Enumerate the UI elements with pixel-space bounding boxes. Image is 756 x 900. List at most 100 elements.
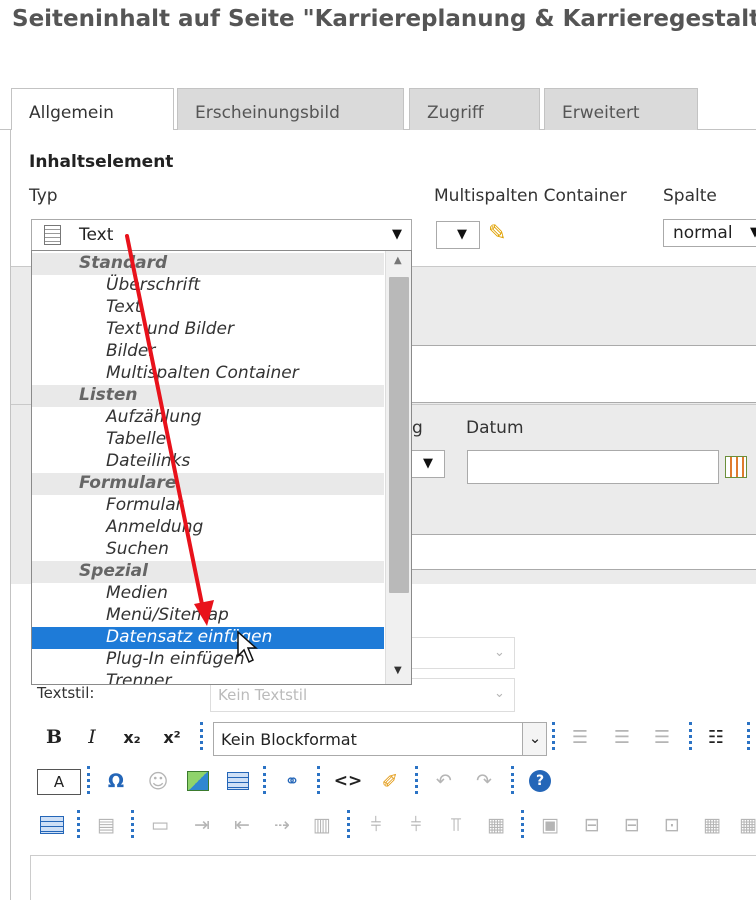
type-dropdown-list: Standard Überschrift Text Text und Bilde… <box>31 250 412 685</box>
blockformat-select-value: Kein Blockformat <box>221 730 357 749</box>
tab-erscheinungsbild[interactable]: Erscheinungsbild <box>177 88 404 131</box>
bold-button[interactable]: B <box>39 722 69 752</box>
align-center-icon[interactable]: ☰ <box>607 722 637 752</box>
dropdown-scrollbar[interactable]: ▲ ▼ <box>385 251 411 684</box>
date-label: Datum <box>466 418 524 438</box>
blockformat-select[interactable]: Kein Blockformat ⌄ <box>213 722 547 756</box>
ordered-list-icon[interactable]: ☷ <box>701 722 731 752</box>
delete-row-icon[interactable]: ⇢ <box>267 810 297 840</box>
emoticon-icon[interactable]: ☺ <box>143 766 173 796</box>
toolbar-separator <box>317 766 321 794</box>
scroll-up-icon[interactable]: ▲ <box>394 255 402 266</box>
chevron-down-icon: ▼ <box>750 225 756 240</box>
subheader-input[interactable] <box>380 534 756 570</box>
superscript-button[interactable]: x² <box>157 722 187 752</box>
toolbar-separator <box>521 810 525 838</box>
option-medien[interactable]: Medien <box>32 583 384 605</box>
table-icon[interactable] <box>223 766 253 796</box>
option-menue-sitemap[interactable]: Menü/Sitemap <box>32 605 384 627</box>
table-properties-icon[interactable] <box>37 810 67 840</box>
image-icon[interactable] <box>183 766 213 796</box>
header-input[interactable] <box>380 345 756 403</box>
rte-editor-area[interactable] <box>30 855 756 900</box>
calendar-icon[interactable] <box>725 456 747 478</box>
type-select[interactable]: Text ▼ <box>31 219 412 251</box>
delete-column-icon[interactable]: ⫪ <box>441 810 471 840</box>
toolbar-separator <box>77 810 81 838</box>
split-column-icon[interactable]: ▦ <box>481 810 511 840</box>
chevron-down-icon: ⌄ <box>522 723 546 755</box>
cell-icon[interactable]: ▣ <box>535 810 565 840</box>
option-ueberschrift[interactable]: Überschrift <box>32 275 384 297</box>
insert-row-after-icon[interactable]: ⇤ <box>227 810 257 840</box>
option-multispalten-container[interactable]: Multispalten Container <box>32 363 384 385</box>
toolbar-separator <box>347 810 351 838</box>
undo-icon[interactable]: ↶ <box>429 766 459 796</box>
toolbar-separator <box>689 722 693 750</box>
date-input[interactable] <box>467 450 719 484</box>
clean-format-icon[interactable]: ✐ <box>375 766 405 796</box>
italic-button[interactable]: I <box>77 722 107 752</box>
help-icon[interactable]: ? <box>525 766 555 796</box>
option-formular[interactable]: Formular <box>32 495 384 517</box>
option-datensatz-einfuegen[interactable]: Datensatz einfügen <box>32 627 384 649</box>
chevron-down-icon: ▼ <box>423 456 433 471</box>
find-replace-icon[interactable]: ⚭ <box>277 766 307 796</box>
column-select-value: normal <box>673 223 733 243</box>
text-color-button[interactable]: A <box>37 769 81 795</box>
redo-icon[interactable]: ↷ <box>469 766 499 796</box>
split-cell-icon[interactable]: ▦ <box>733 810 756 840</box>
option-text[interactable]: Text <box>32 297 384 319</box>
option-suchen[interactable]: Suchen <box>32 539 384 561</box>
special-character-button[interactable]: Ω <box>101 766 131 796</box>
insert-column-before-icon[interactable]: ⫩ <box>361 810 391 840</box>
option-text-und-bilder[interactable]: Text und Bilder <box>32 319 384 341</box>
column-label: Spalte <box>663 186 717 206</box>
option-anmeldung[interactable]: Anmeldung <box>32 517 384 539</box>
toolbar-separator <box>747 722 751 750</box>
chevron-down-icon: ▼ <box>457 227 467 242</box>
group-listen: Listen <box>32 385 384 407</box>
type-select-value: Text <box>79 225 114 245</box>
column-select[interactable]: normal ▼ <box>663 219 756 247</box>
scrollbar-thumb[interactable] <box>389 277 409 593</box>
option-aufzaehlung[interactable]: Aufzählung <box>32 407 384 429</box>
tab-bar: Allgemein Erscheinungsbild Zugriff Erwei… <box>0 84 756 135</box>
html-source-button[interactable]: <> <box>333 766 363 796</box>
section-title: Inhaltselement <box>29 152 174 172</box>
chevron-down-icon: ⌄ <box>494 686 505 701</box>
insert-cell-after-icon[interactable]: ⊟ <box>617 810 647 840</box>
pencil-icon[interactable]: ✎ <box>488 221 506 246</box>
partial-field-label: g <box>412 418 423 438</box>
option-bilder[interactable]: Bilder <box>32 341 384 363</box>
tab-zugriff[interactable]: Zugriff <box>409 88 540 131</box>
group-formulare: Formulare <box>32 473 384 495</box>
split-row-icon[interactable]: ▥ <box>307 810 337 840</box>
toolbar-separator <box>511 766 515 794</box>
option-plug-in-einfuegen[interactable]: Plug-In einfügen <box>32 649 384 671</box>
chevron-down-icon: ⌄ <box>494 645 505 660</box>
delete-cell-icon[interactable]: ⊡ <box>657 810 687 840</box>
insert-row-before-icon[interactable]: ⇥ <box>187 810 217 840</box>
subscript-button[interactable]: x₂ <box>117 722 147 752</box>
tab-erweitert[interactable]: Erweitert <box>544 88 698 131</box>
row-properties-icon[interactable]: ▤ <box>91 810 121 840</box>
option-dateilinks[interactable]: Dateilinks <box>32 451 384 473</box>
cell-properties-icon[interactable]: ▭ <box>145 810 175 840</box>
align-left-icon[interactable]: ☰ <box>565 722 595 752</box>
toolbar-separator <box>552 722 556 750</box>
rte-toolbar-row-3: ▤ ▭ ⇥ ⇤ ⇢ ▥ ⫩ ⫩ ⫪ ▦ ▣ ⊟ ⊟ ⊡ ▦ ▦ <box>37 810 756 844</box>
scroll-down-icon[interactable]: ▼ <box>394 665 402 676</box>
insert-cell-before-icon[interactable]: ⊟ <box>577 810 607 840</box>
page-title: Seiteninhalt auf Seite "Karriereplanung … <box>12 6 756 32</box>
merge-cells-icon[interactable]: ▦ <box>697 810 727 840</box>
toolbar-separator <box>263 766 267 794</box>
insert-column-after-icon[interactable]: ⫩ <box>401 810 431 840</box>
tab-allgemein[interactable]: Allgemein <box>11 88 174 135</box>
option-tabelle[interactable]: Tabelle <box>32 429 384 451</box>
rte-toolbar-row-1: B I x₂ x² Kein Blockformat ⌄ ☰ ☰ ☰ ☷ <box>37 722 756 756</box>
toolbar-separator <box>87 766 91 794</box>
align-right-icon[interactable]: ☰ <box>647 722 677 752</box>
option-trenner[interactable]: Trenner <box>32 671 384 684</box>
multicol-select[interactable]: ▼ <box>436 221 480 249</box>
